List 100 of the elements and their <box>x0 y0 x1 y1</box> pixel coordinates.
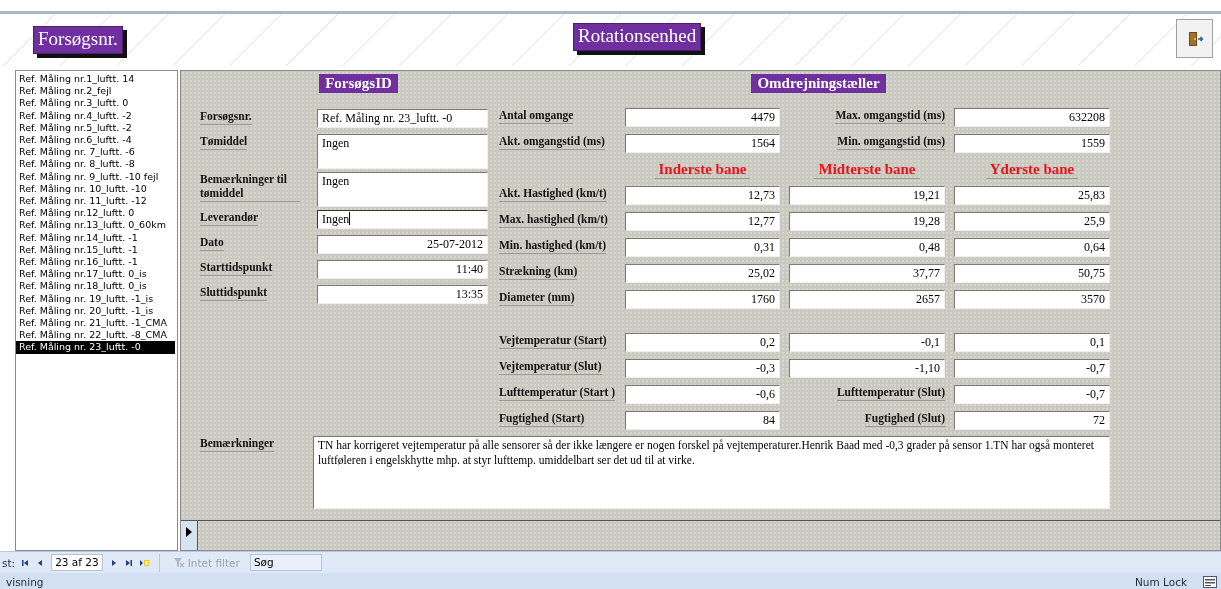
record-list-item[interactable]: Ref. Måling nr.12_luftt. 0 <box>16 207 177 220</box>
number-field[interactable]: 72 <box>954 411 1110 430</box>
form-view-icon[interactable] <box>1203 575 1217 588</box>
record-list-item[interactable]: Ref. Måling nr.1_luftt. 14 <box>16 73 177 86</box>
field-label: Vejtemperatur (Start) <box>499 333 607 349</box>
text-field[interactable]: Ingen <box>317 210 488 229</box>
record-list-item[interactable]: Ref. Måling nr.18_luftt. 0_is <box>16 280 177 293</box>
record-list-item[interactable]: Ref. Måling nr.2_fejl <box>16 85 177 98</box>
record-list-item[interactable]: Ref. Måling nr.14_luftt. -1 <box>16 231 177 244</box>
record-list-item[interactable]: Ref. Måling nr.13_luftt. 0_60km <box>16 219 177 232</box>
lane-heading: Yderste bane <box>985 160 1079 179</box>
number-field[interactable]: 1760 <box>625 290 780 309</box>
record-list-item[interactable]: Ref. Måling nr. 21_luftt. -1_CMA <box>16 317 177 330</box>
number-field[interactable]: -0,6 <box>625 385 780 404</box>
record-list-item[interactable]: Ref. Måling nr. 11_luftt. -12 <box>16 195 177 208</box>
field-label: Dato <box>200 235 224 251</box>
lane-heading: Midterste bane <box>814 160 920 179</box>
field-label: Strækning (km) <box>499 264 578 280</box>
field-label: Forsøgsnr. <box>200 109 252 125</box>
number-field[interactable]: -0,7 <box>954 385 1110 404</box>
number-field[interactable]: 0,48 <box>789 238 945 257</box>
record-list-item[interactable]: Ref. Måling nr.17_luftt. 0_is <box>16 268 177 281</box>
number-field[interactable]: 37,77 <box>789 264 945 283</box>
number-field[interactable]: 84 <box>625 411 780 430</box>
number-field[interactable]: 12,73 <box>625 186 780 205</box>
field-label: Max. hastighed (km/t) <box>499 212 608 228</box>
record-list-item[interactable]: Ref. Måling nr. 20_luftt. -1_is <box>16 304 177 318</box>
first-record-icon[interactable] <box>21 557 31 568</box>
number-field[interactable]: 4479 <box>625 108 780 127</box>
field-label: Fugtighed (Slut) <box>864 411 945 427</box>
record-list-item[interactable]: Ref. Måling nr. 9_luftt. -10 fejl <box>16 170 177 183</box>
exit-door-icon <box>1186 30 1203 47</box>
number-field[interactable]: 25,9 <box>954 212 1110 231</box>
number-field[interactable]: 0,2 <box>625 333 780 352</box>
lane-heading: Inderste bane <box>654 160 751 179</box>
record-list-item[interactable]: Ref. Måling nr. 22_luftt. -8_CMA <box>16 329 177 342</box>
record-list-item[interactable]: Ref. Måling nr.3_luftt. 0 <box>16 97 177 110</box>
section-title: Omdrejningstæller <box>751 74 886 93</box>
field-label: Lufttemperatur (Start ) <box>499 385 616 401</box>
search-field[interactable]: Søg <box>249 554 322 571</box>
number-field[interactable]: 0,31 <box>625 238 780 257</box>
text-field[interactable]: 25-07-2012 <box>317 235 488 254</box>
number-field[interactable]: 12,77 <box>625 212 780 231</box>
record-list[interactable] <box>15 70 178 551</box>
field-label: Max. omgangstid (ms) <box>835 108 945 124</box>
record-list-item[interactable]: Ref. Måling nr. 10_luftt. -10 <box>16 182 177 196</box>
current-record-icon <box>186 527 192 537</box>
record-list-item[interactable]: Ref. Måling nr. 7_luftt. -6 <box>16 146 177 159</box>
field-label: Antal omgange <box>499 108 574 124</box>
number-field[interactable]: -1,10 <box>789 359 945 378</box>
field-label: Akt. omgangstid (ms) <box>499 134 605 150</box>
field-label: Sluttidspunkt <box>200 285 268 301</box>
field-label: Diameter (mm) <box>499 290 575 306</box>
new-record-icon[interactable] <box>138 557 150 568</box>
record-list-item[interactable]: Ref. Måling nr.4_luftt. -2 <box>16 109 177 122</box>
number-field[interactable]: 0,1 <box>954 333 1110 352</box>
field-label: Min. hastighed (km/t) <box>499 238 607 254</box>
text-field[interactable]: 13:35 <box>317 285 488 304</box>
text-field[interactable]: Ingen <box>317 134 488 169</box>
number-field[interactable]: -0,7 <box>954 359 1110 378</box>
number-field[interactable]: 1564 <box>625 134 780 153</box>
text-field[interactable]: Ref. Måling nr. 23_luftt. -0 <box>317 109 488 128</box>
number-field[interactable]: 0,64 <box>954 238 1110 257</box>
record-list-item[interactable]: Ref. Måling nr. 23_luftt. -0 <box>16 341 175 354</box>
record-list-item[interactable]: Ref. Måling nr.5_luftt. -2 <box>16 121 177 134</box>
field-label: Lufttemperatur (Slut) <box>836 385 945 401</box>
remarks-field[interactable]: TN har korrigeret vejtemperatur på alle sensorer så der ikke længere er nogen forskel på vejtemperaturer.Henrik Baad med -0,3 grader på sensor 1.TN har også monteret luftføleren i engelskhytte mhp. at styr lufttemp. umiddelbart ser det ud til at virke. <box>313 436 1110 509</box>
number-field[interactable]: 1559 <box>954 134 1110 153</box>
number-field[interactable]: 19,21 <box>789 186 945 205</box>
status-text: visning <box>6 575 44 588</box>
field-label: Bemærkninger <box>200 436 275 452</box>
last-record-icon[interactable] <box>123 557 133 568</box>
status-indicator: Num Lock <box>1134 575 1187 588</box>
record-list-item[interactable]: Ref. Måling nr. 8_luftt. -8 <box>16 158 177 171</box>
text-field[interactable]: 11:40 <box>317 260 488 279</box>
record-list-item[interactable]: Ref. Måling nr.15_luftt. -1 <box>16 243 177 257</box>
text-cursor <box>349 212 351 225</box>
number-field[interactable]: 25,02 <box>625 264 780 283</box>
record-selector[interactable] <box>181 521 198 550</box>
record-list-item[interactable]: Ref. Måling nr. 19_luftt. -1_is <box>16 292 177 305</box>
record-position-field[interactable]: 23 af 23 <box>51 554 103 571</box>
number-field[interactable]: -0,1 <box>789 333 945 352</box>
number-field[interactable]: 25,83 <box>954 186 1110 205</box>
field-label: Vejtemperatur (Slut) <box>499 359 602 375</box>
record-list-item[interactable]: Ref. Måling nr.6_luftt. -4 <box>16 134 177 147</box>
field-label: Bemærkninger til tømiddel <box>200 172 300 202</box>
text-field[interactable]: Ingen <box>317 172 488 207</box>
number-field[interactable]: -0,3 <box>625 359 780 378</box>
number-field[interactable]: 3570 <box>954 290 1110 309</box>
exit-button[interactable] <box>1176 19 1213 58</box>
field-label: Min. omgangstid (ms) <box>837 134 945 150</box>
number-field[interactable]: 50,75 <box>954 264 1110 283</box>
number-field[interactable]: 19,28 <box>789 212 945 231</box>
field-label: Akt. Hastighed (km/t) <box>499 186 607 202</box>
section-title: ForsøgsID <box>319 74 398 93</box>
filter-icon <box>172 557 185 568</box>
number-field[interactable]: 632208 <box>954 108 1110 127</box>
number-field[interactable]: 2657 <box>789 290 945 309</box>
record-list-item[interactable]: Ref. Måling nr.16_luftt. -1 <box>16 256 177 269</box>
field-label: Leverandør <box>200 210 259 226</box>
